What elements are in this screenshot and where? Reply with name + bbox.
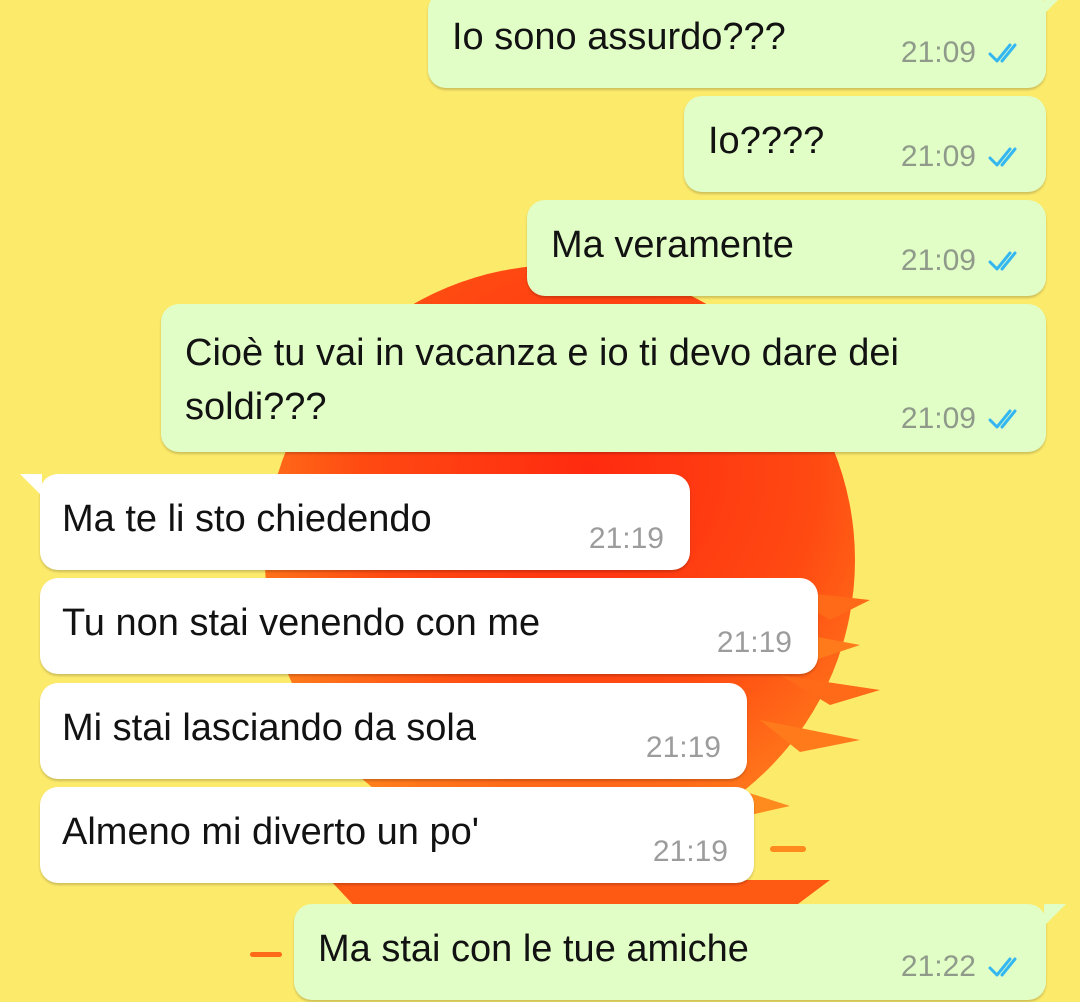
bubble-tail — [1044, 904, 1066, 926]
double-check-read-icon — [988, 409, 1017, 429]
bubble-tail — [20, 474, 42, 496]
message-time: 21:09 — [900, 402, 976, 435]
message-meta: 21:22 — [901, 952, 1024, 982]
message-bubble-outgoing[interactable]: Cioè tu vai in vacanza e io ti devo dare… — [161, 304, 1046, 452]
message-meta: 21:19 — [717, 628, 792, 658]
message-time: 21:19 — [716, 626, 792, 659]
message-text: Ma te li sto chiedendo — [62, 498, 432, 540]
message-bubble-outgoing[interactable]: Ma stai con le tue amiche 21:22 — [294, 904, 1066, 1000]
double-check-read-icon — [988, 251, 1017, 271]
message-text: Io???? — [708, 120, 825, 162]
message-meta: 21:19 — [653, 837, 728, 867]
message-text: Cioè tu vai in vacanza e io ti devo dare… — [185, 332, 910, 428]
message-time: 21:09 — [900, 140, 976, 173]
message-text: Tu non stai venendo con me — [62, 602, 541, 644]
message-bubble-incoming[interactable]: Mi stai lasciando da sola 21:19 — [40, 683, 747, 779]
conversation: Io sono assurdo??? 21:09 Io???? 21:09 Ma… — [0, 0, 1080, 1002]
bubble-tail — [1044, 0, 1066, 14]
message-meta: 21:09 — [901, 38, 1024, 68]
message-meta: 21:09 — [901, 142, 1024, 172]
message-bubble-incoming[interactable]: Ma te li sto chiedendo 21:19 — [20, 474, 690, 570]
message-time: 21:09 — [900, 36, 976, 69]
message-meta: 21:09 — [901, 404, 1024, 434]
message-time: 21:09 — [900, 244, 976, 277]
message-text: Io sono assurdo??? — [452, 16, 786, 58]
message-bubble-outgoing[interactable]: Io sono assurdo??? 21:09 — [428, 0, 1066, 88]
message-time: 21:19 — [652, 835, 728, 868]
message-text: Mi stai lasciando da sola — [62, 707, 476, 749]
message-bubble-incoming[interactable]: Tu non stai venendo con me 21:19 — [40, 578, 818, 674]
message-meta: 21:09 — [901, 246, 1024, 276]
message-text: Ma stai con le tue amiche — [318, 928, 749, 970]
message-meta: 21:19 — [589, 524, 664, 554]
message-time: 21:19 — [645, 731, 721, 764]
message-text: Ma veramente — [551, 224, 794, 266]
message-text: Almeno mi diverto un po' — [62, 811, 480, 853]
message-time: 21:22 — [900, 950, 976, 983]
double-check-read-icon — [988, 957, 1017, 977]
message-time: 21:19 — [588, 522, 664, 555]
message-bubble-outgoing[interactable]: Io???? 21:09 — [684, 96, 1046, 192]
message-meta: 21:19 — [646, 733, 721, 763]
double-check-read-icon — [988, 43, 1017, 63]
message-bubble-incoming[interactable]: Almeno mi diverto un po' 21:19 — [40, 787, 754, 883]
message-bubble-outgoing[interactable]: Ma veramente 21:09 — [527, 200, 1046, 296]
double-check-read-icon — [988, 147, 1017, 167]
